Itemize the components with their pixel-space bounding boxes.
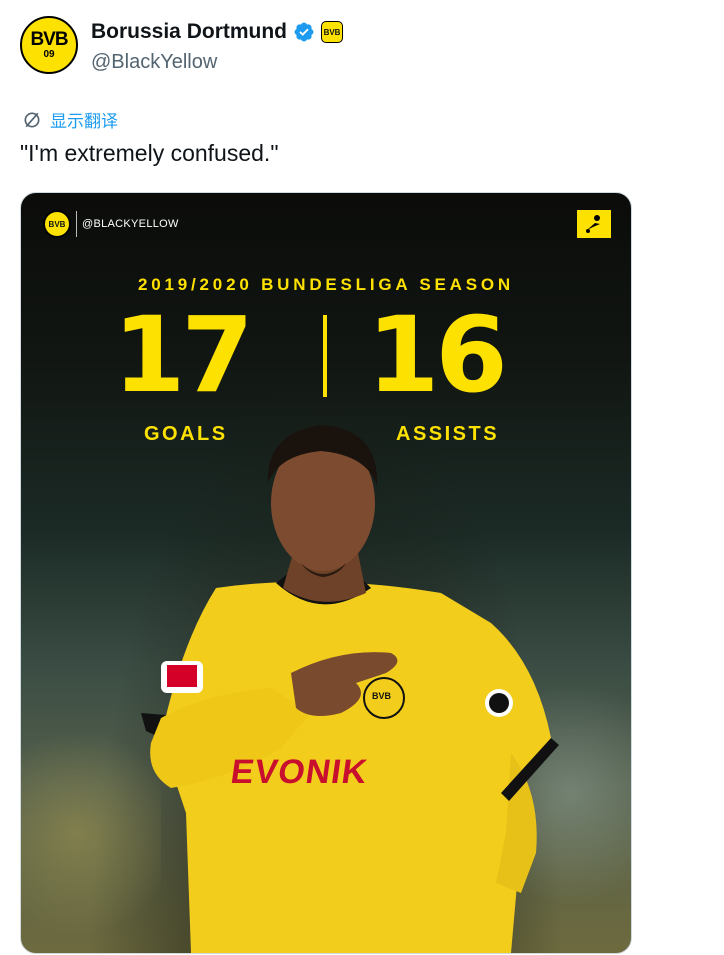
tweet-text: "I'm extremely confused."	[20, 140, 279, 166]
player-photo	[141, 425, 559, 953]
show-translation-link[interactable]: 显示翻译	[22, 107, 118, 132]
tweet-media-image[interactable]: BVB @BLACKYELLOW 2019/2020 BUNDESLIGA SE…	[20, 192, 632, 954]
bvb-affiliate-icon[interactable]: BVB	[321, 21, 344, 43]
shirt-crest: BVB	[372, 691, 392, 701]
user-handle[interactable]: @BlackYellow	[91, 51, 217, 74]
shirt-sponsor: EVONIK	[228, 753, 371, 791]
tweet-header: BVB 09 Borussia Dortmund BVB @BlackYello…	[20, 16, 700, 80]
translate-icon	[24, 112, 40, 127]
avatar-crest-number: 09	[43, 49, 55, 60]
show-translation-label: 显示翻译	[50, 112, 118, 131]
display-name[interactable]: Borussia Dortmund	[91, 20, 287, 44]
verified-badge-icon	[294, 22, 314, 42]
avatar-crest-text: BVB	[30, 29, 68, 50]
avatar[interactable]: BVB 09	[20, 16, 78, 74]
